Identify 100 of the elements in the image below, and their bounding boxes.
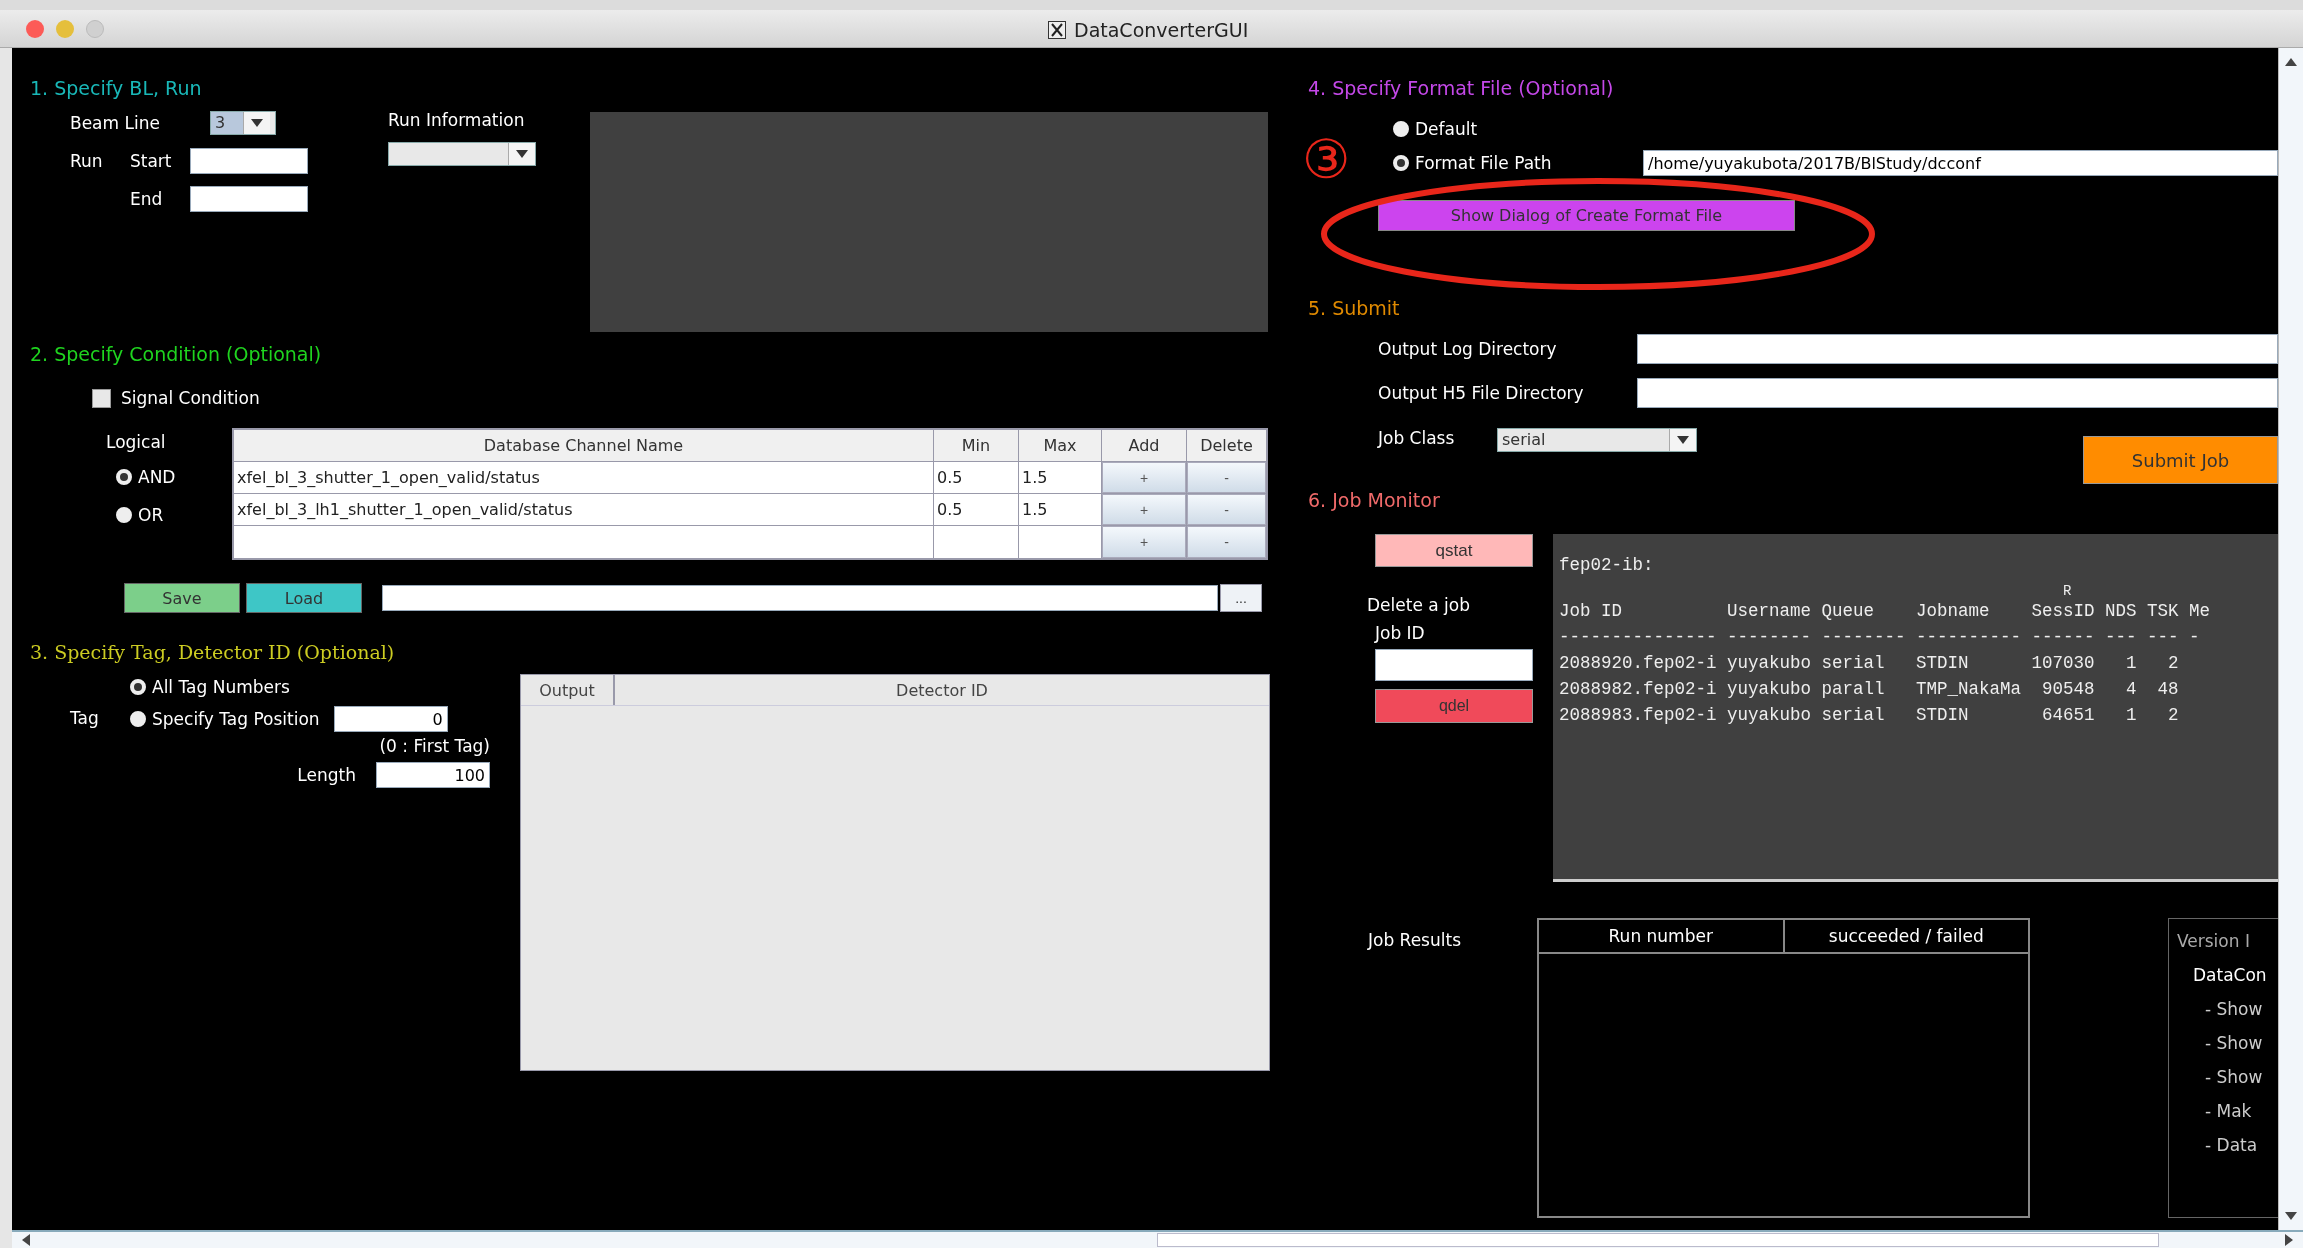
- minimize-button[interactable]: [56, 19, 74, 38]
- step-marker: ③: [1302, 130, 1351, 190]
- column-header: Min: [934, 430, 1019, 461]
- run-information-dropdown[interactable]: [388, 142, 536, 166]
- field-label: Logical: [106, 432, 167, 452]
- caret-icon: [516, 150, 528, 158]
- length-field[interactable]: 100: [376, 762, 490, 788]
- load-button[interactable]: Load: [246, 583, 362, 613]
- submit-job-button[interactable]: Submit Job: [2083, 436, 2278, 484]
- radio-label: Specify Tag Position: [152, 709, 320, 729]
- scroll-right-icon[interactable]: [2285, 1234, 2293, 1246]
- job-id-field[interactable]: [1375, 649, 1533, 681]
- scroll-left-icon[interactable]: [22, 1234, 30, 1246]
- scroll-up-icon[interactable]: [2285, 58, 2297, 66]
- beam-line-dropdown[interactable]: 3: [210, 111, 276, 135]
- caret-icon: [1677, 436, 1689, 444]
- section-header: 3. Specify Tag, Detector ID (Optional): [30, 640, 396, 664]
- format-file-field[interactable]: /home/yuyakubota/2017B/BlStudy/dcconf: [1643, 150, 2278, 176]
- save-button[interactable]: Save: [124, 583, 240, 613]
- version-item: - Data: [2205, 1135, 2259, 1155]
- console-line: fep02-ib:: [1559, 554, 1654, 577]
- zoom-button[interactable]: [86, 19, 104, 38]
- field-label: End: [130, 189, 164, 209]
- section-header: 1. Specify BL, Run: [30, 76, 203, 100]
- delete-button[interactable]: -: [1187, 494, 1266, 525]
- scroll-down-icon[interactable]: [2285, 1212, 2297, 1220]
- radio-button[interactable]: [116, 507, 132, 523]
- field-label: Output Log Directory: [1378, 339, 1558, 359]
- show-dialog-button[interactable]: Show Dialog of Create Format File: [1378, 200, 1795, 231]
- scrollbar-thumb[interactable]: [1156, 1233, 2159, 1247]
- checkbox-label: Signal Condition: [121, 388, 260, 408]
- version-title: Version I: [2177, 931, 2251, 951]
- field-label: Run Information: [388, 110, 526, 130]
- console-line: --------------- -------- -------- ---------- ------ --- --- -: [1559, 626, 2200, 649]
- browse-button[interactable]: ...: [1220, 584, 1262, 612]
- radio-button[interactable]: [1393, 155, 1409, 171]
- field-label: Job Results: [1368, 930, 1462, 950]
- console-line: Job ID Username Queue Jobname SessID NDS TSK Me: [1559, 600, 2211, 623]
- x-window-icon: [1048, 21, 1066, 39]
- section-header: 4. Specify Format File (Optional): [1308, 76, 1615, 100]
- radio-button[interactable]: [130, 679, 146, 695]
- close-button[interactable]: [26, 19, 44, 38]
- checkbox[interactable]: [92, 388, 111, 408]
- table-cell-text: 0.5: [936, 500, 963, 519]
- radio-label: Format File Path: [1415, 153, 1553, 173]
- add-button[interactable]: +: [1102, 462, 1186, 493]
- version-item: - Show: [2205, 1067, 2264, 1087]
- table-cell-text: 1.5: [1021, 500, 1048, 519]
- run-end-field[interactable]: [190, 186, 308, 212]
- hint-text: (0 : First Tag): [379, 736, 490, 756]
- table-cell-text: 1.5: [1021, 468, 1048, 487]
- console-line: 2088983.fep02-i yuyakubo serial STDIN 64651 1 2: [1559, 704, 2179, 727]
- window-title: DataConverterGUI: [1074, 19, 1249, 41]
- column-header: Database Channel Name: [234, 430, 934, 461]
- version-item: - Show: [2205, 1033, 2264, 1053]
- radio-label: AND: [138, 467, 176, 487]
- field-label: Length: [297, 765, 356, 785]
- field-label: Job ID: [1375, 623, 1426, 643]
- horizontal-scrollbar[interactable]: [12, 1230, 2303, 1248]
- output-log-field[interactable]: [1637, 334, 2278, 364]
- console-line: 2088920.fep02-i yuyakubo serial STDIN 107030 1 2: [1559, 652, 2179, 675]
- version-item: - Mak: [2205, 1101, 2253, 1121]
- section-header: 6. Job Monitor: [1308, 488, 1441, 512]
- field-label: Beam Line: [70, 113, 161, 133]
- radio-button[interactable]: [116, 469, 132, 485]
- table-cell-text: 0.5: [936, 468, 963, 487]
- column-header: Max: [1019, 430, 1102, 461]
- field-label: Start: [130, 151, 173, 171]
- section-header: 5. Submit: [1308, 296, 1401, 320]
- field-label: Output H5 File Directory: [1378, 383, 1585, 403]
- column-header: succeeded / failed: [1827, 925, 1985, 948]
- table-cell-text: xfel_bl_3_lh1_shutter_1_open_valid/status: [236, 500, 573, 519]
- add-button[interactable]: +: [1102, 494, 1186, 525]
- file-path-field[interactable]: [382, 585, 1218, 611]
- delete-button[interactable]: -: [1187, 462, 1266, 493]
- radio-button[interactable]: [130, 711, 146, 727]
- version-item: - Show: [2205, 999, 2264, 1019]
- column-header: Detector ID: [895, 679, 989, 702]
- output-h5-field[interactable]: [1637, 378, 2278, 408]
- delete-button[interactable]: -: [1187, 526, 1266, 558]
- caret-icon: [251, 119, 263, 127]
- field-label: Delete a job: [1367, 595, 1471, 615]
- vertical-scrollbar[interactable]: [2278, 48, 2303, 1230]
- job-class-dropdown[interactable]: serial: [1497, 428, 1697, 452]
- console-line: R: [2062, 584, 2072, 598]
- column-header: Output: [521, 675, 615, 705]
- qstat-button[interactable]: qstat: [1375, 534, 1533, 567]
- table-cell-text: xfel_bl_3_shutter_1_open_valid/status: [236, 468, 540, 487]
- column-header: Delete: [1187, 430, 1266, 461]
- section-header: 2. Specify Condition (Optional): [30, 342, 323, 366]
- field-label: Job Class: [1378, 428, 1456, 448]
- add-button[interactable]: +: [1102, 526, 1186, 558]
- field-label: Tag: [70, 708, 100, 730]
- console-line: 2088982.fep02-i yuyakubo parall TMP_NakaMa 90548 4 48: [1559, 678, 2179, 701]
- version-name: DataCon: [2193, 965, 2268, 985]
- qdel-button[interactable]: qdel: [1375, 689, 1533, 723]
- run-start-field[interactable]: [190, 148, 308, 174]
- tag-position-field[interactable]: 0: [333, 706, 448, 732]
- radio-button[interactable]: [1393, 121, 1409, 137]
- column-header: Run number: [1539, 920, 1785, 952]
